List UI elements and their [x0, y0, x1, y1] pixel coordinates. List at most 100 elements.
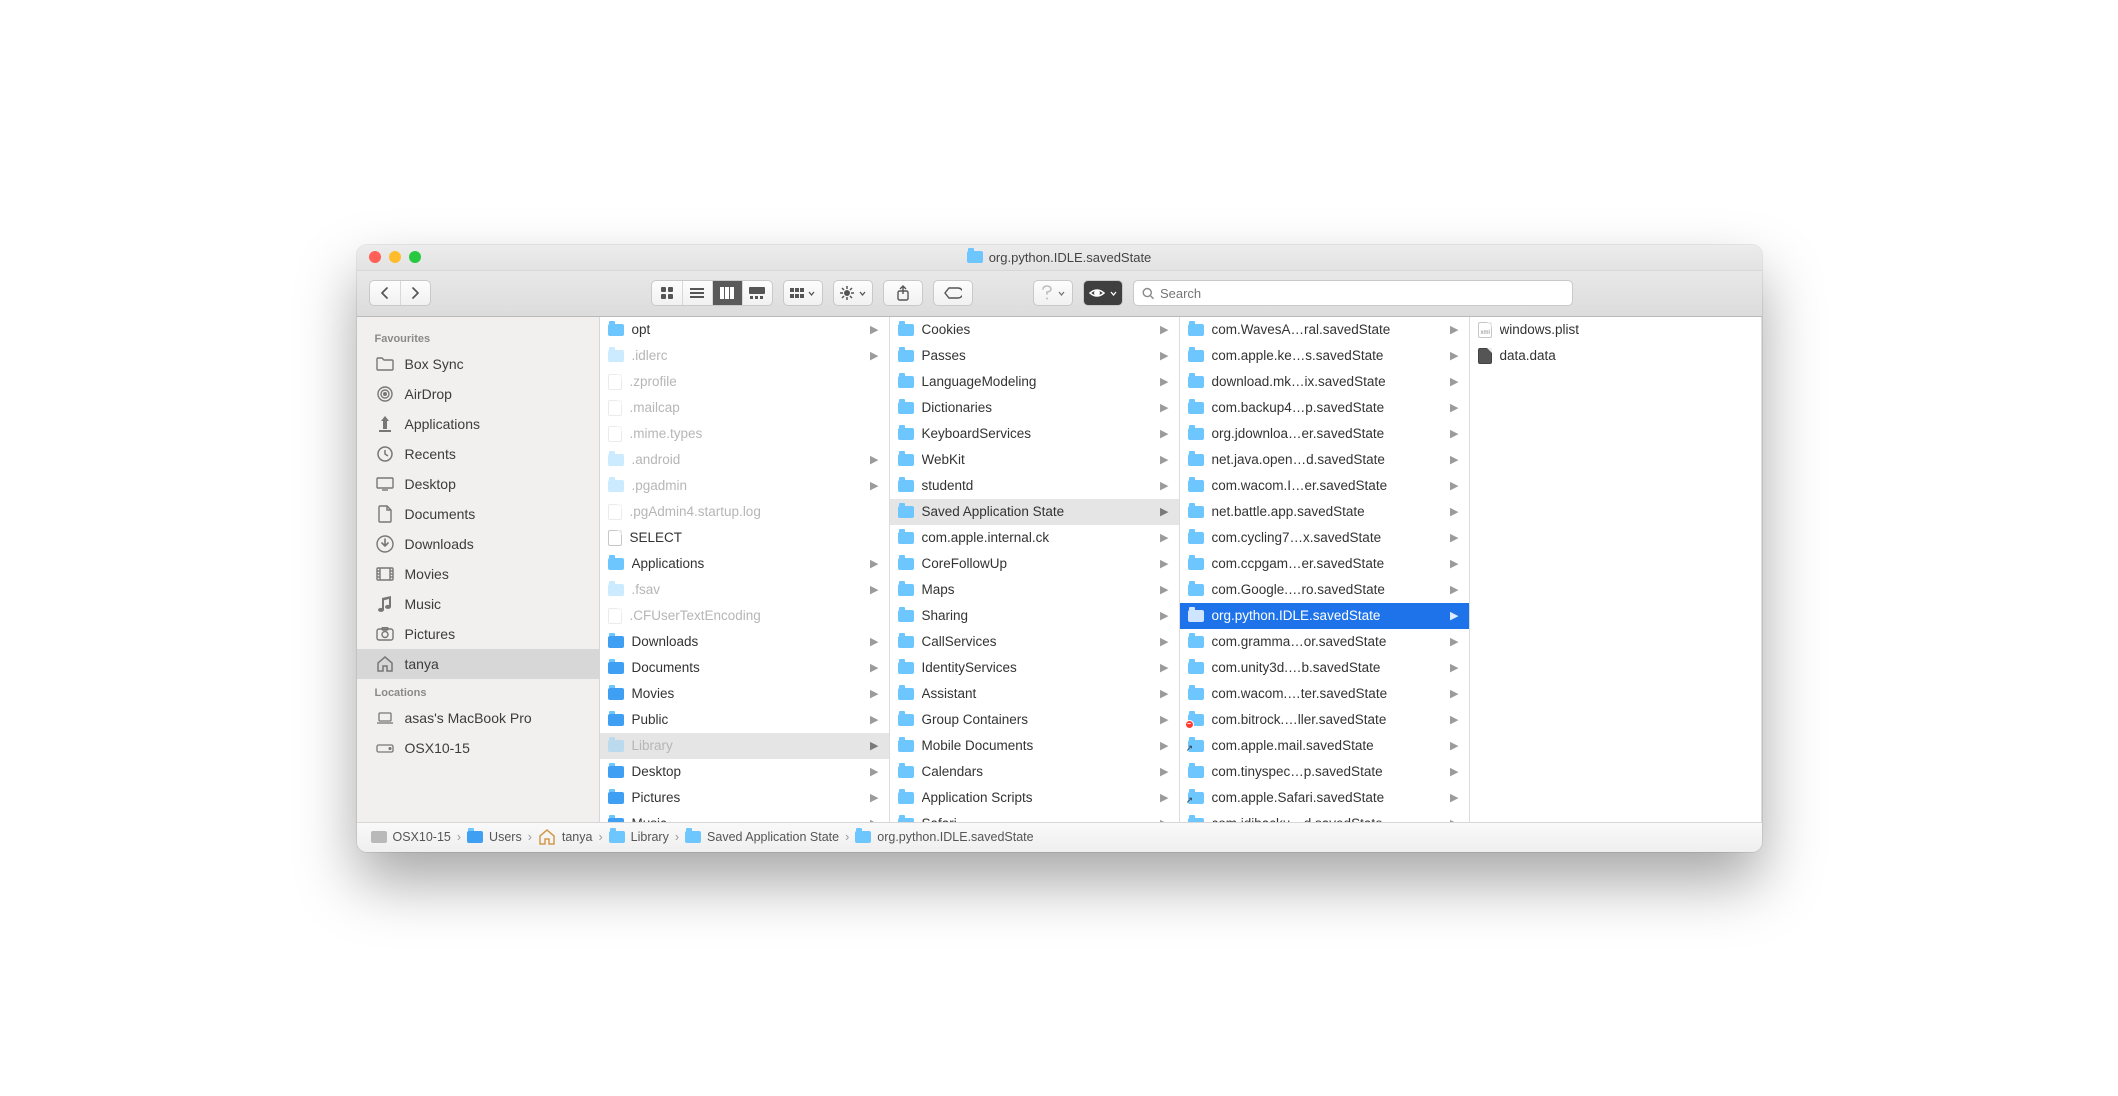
- sidebar-item[interactable]: Recents: [357, 439, 599, 469]
- back-button[interactable]: [370, 281, 400, 305]
- list-item[interactable]: .CFUserTextEncoding: [600, 603, 889, 629]
- list-item[interactable]: .pgAdmin4.startup.log: [600, 499, 889, 525]
- list-item[interactable]: Pictures▶: [600, 785, 889, 811]
- zoom-button[interactable]: [409, 251, 421, 263]
- sidebar-item[interactable]: Pictures: [357, 619, 599, 649]
- list-item[interactable]: LanguageModeling▶: [890, 369, 1179, 395]
- sidebar-item[interactable]: Music: [357, 589, 599, 619]
- forward-button[interactable]: [400, 281, 430, 305]
- list-item[interactable]: com.idibacku…d.savedState▶: [1180, 811, 1469, 822]
- list-item[interactable]: opt▶: [600, 317, 889, 343]
- list-item[interactable]: Assistant▶: [890, 681, 1179, 707]
- path-crumb[interactable]: OSX10-15: [371, 830, 451, 844]
- list-item[interactable]: CoreFollowUp▶: [890, 551, 1179, 577]
- icon-view-button[interactable]: [652, 281, 682, 305]
- list-item[interactable]: .android▶: [600, 447, 889, 473]
- list-item[interactable]: com.wacom.…ter.savedState▶: [1180, 681, 1469, 707]
- sidebar-item[interactable]: Movies: [357, 559, 599, 589]
- path-crumb[interactable]: Users: [467, 830, 522, 844]
- list-item[interactable]: Cookies▶: [890, 317, 1179, 343]
- list-item[interactable]: IdentityServices▶: [890, 655, 1179, 681]
- list-item[interactable]: xmlwindows.plist: [1470, 317, 1761, 343]
- close-button[interactable]: [369, 251, 381, 263]
- list-item[interactable]: com.wacom.I…er.savedState▶: [1180, 473, 1469, 499]
- action-button[interactable]: [834, 281, 872, 305]
- help-button[interactable]: [1034, 281, 1072, 305]
- sidebar-item[interactable]: AirDrop: [357, 379, 599, 409]
- group-button[interactable]: [784, 281, 822, 305]
- column-view-button[interactable]: [712, 281, 742, 305]
- list-item[interactable]: net.java.open…d.savedState▶: [1180, 447, 1469, 473]
- list-item[interactable]: −com.bitrock.…ller.savedState▶: [1180, 707, 1469, 733]
- list-item[interactable]: com.unity3d.…b.savedState▶: [1180, 655, 1469, 681]
- list-item[interactable]: Sharing▶: [890, 603, 1179, 629]
- search-field[interactable]: [1133, 280, 1573, 306]
- sidebar-item[interactable]: Desktop: [357, 469, 599, 499]
- list-item[interactable]: net.battle.app.savedState▶: [1180, 499, 1469, 525]
- list-item[interactable]: data.data: [1470, 343, 1761, 369]
- privacy-button[interactable]: [1084, 281, 1122, 305]
- sidebar-item[interactable]: Box Sync: [357, 349, 599, 379]
- list-item[interactable]: com.tinyspec…p.savedState▶: [1180, 759, 1469, 785]
- list-item[interactable]: .fsav▶: [600, 577, 889, 603]
- list-item[interactable]: Group Containers▶: [890, 707, 1179, 733]
- sidebar-item[interactable]: Documents: [357, 499, 599, 529]
- sidebar-item[interactable]: tanya: [357, 649, 599, 679]
- list-item[interactable]: SELECT: [600, 525, 889, 551]
- list-item[interactable]: com.apple.internal.ck▶: [890, 525, 1179, 551]
- list-item[interactable]: Applications▶: [600, 551, 889, 577]
- list-item[interactable]: download.mk…ix.savedState▶: [1180, 369, 1469, 395]
- list-item[interactable]: WebKit▶: [890, 447, 1179, 473]
- search-input[interactable]: [1160, 286, 1564, 301]
- chevron-right-icon: ▶: [1450, 427, 1458, 440]
- list-item[interactable]: Documents▶: [600, 655, 889, 681]
- list-item[interactable]: Passes▶: [890, 343, 1179, 369]
- path-crumb[interactable]: Library: [609, 830, 669, 844]
- list-item[interactable]: .pgadmin▶: [600, 473, 889, 499]
- list-view-button[interactable]: [682, 281, 712, 305]
- list-item[interactable]: com.WavesA…ral.savedState▶: [1180, 317, 1469, 343]
- tags-button[interactable]: [934, 281, 972, 305]
- list-item[interactable]: .mailcap: [600, 395, 889, 421]
- path-crumb[interactable]: Saved Application State: [685, 830, 839, 844]
- list-item[interactable]: com.backup4…p.savedState▶: [1180, 395, 1469, 421]
- list-item[interactable]: Safari▶: [890, 811, 1179, 822]
- list-item[interactable]: Maps▶: [890, 577, 1179, 603]
- item-label: com.apple.internal.ck: [922, 530, 1153, 545]
- list-item[interactable]: Public▶: [600, 707, 889, 733]
- sidebar-item[interactable]: asas's MacBook Pro: [357, 703, 599, 733]
- gallery-view-button[interactable]: [742, 281, 772, 305]
- list-item[interactable]: Movies▶: [600, 681, 889, 707]
- list-item[interactable]: Library▶: [600, 733, 889, 759]
- path-crumb[interactable]: org.python.IDLE.savedState: [855, 830, 1033, 844]
- sidebar-item[interactable]: Downloads: [357, 529, 599, 559]
- list-item[interactable]: com.cycling7…x.savedState▶: [1180, 525, 1469, 551]
- sidebar-item[interactable]: Applications: [357, 409, 599, 439]
- list-item[interactable]: ↗com.apple.mail.savedState▶: [1180, 733, 1469, 759]
- list-item[interactable]: com.Google.…ro.savedState▶: [1180, 577, 1469, 603]
- path-crumb[interactable]: tanya: [538, 829, 593, 845]
- list-item[interactable]: .mime.types: [600, 421, 889, 447]
- list-item[interactable]: org.python.IDLE.savedState▶: [1180, 603, 1469, 629]
- list-item[interactable]: Dictionaries▶: [890, 395, 1179, 421]
- minimize-button[interactable]: [389, 251, 401, 263]
- list-item[interactable]: .idlerc▶: [600, 343, 889, 369]
- list-item[interactable]: .zprofile: [600, 369, 889, 395]
- list-item[interactable]: Saved Application State▶: [890, 499, 1179, 525]
- list-item[interactable]: studentd▶: [890, 473, 1179, 499]
- list-item[interactable]: Music▶: [600, 811, 889, 822]
- list-item[interactable]: ↗com.apple.Safari.savedState▶: [1180, 785, 1469, 811]
- list-item[interactable]: Calendars▶: [890, 759, 1179, 785]
- share-button[interactable]: [884, 281, 922, 305]
- list-item[interactable]: com.gramma…or.savedState▶: [1180, 629, 1469, 655]
- list-item[interactable]: Downloads▶: [600, 629, 889, 655]
- list-item[interactable]: Application Scripts▶: [890, 785, 1179, 811]
- list-item[interactable]: Desktop▶: [600, 759, 889, 785]
- list-item[interactable]: Mobile Documents▶: [890, 733, 1179, 759]
- list-item[interactable]: com.ccpgam…er.savedState▶: [1180, 551, 1469, 577]
- sidebar-item[interactable]: OSX10-15: [357, 733, 599, 763]
- list-item[interactable]: CallServices▶: [890, 629, 1179, 655]
- list-item[interactable]: KeyboardServices▶: [890, 421, 1179, 447]
- list-item[interactable]: org.jdownloa…er.savedState▶: [1180, 421, 1469, 447]
- list-item[interactable]: com.apple.ke…s.savedState▶: [1180, 343, 1469, 369]
